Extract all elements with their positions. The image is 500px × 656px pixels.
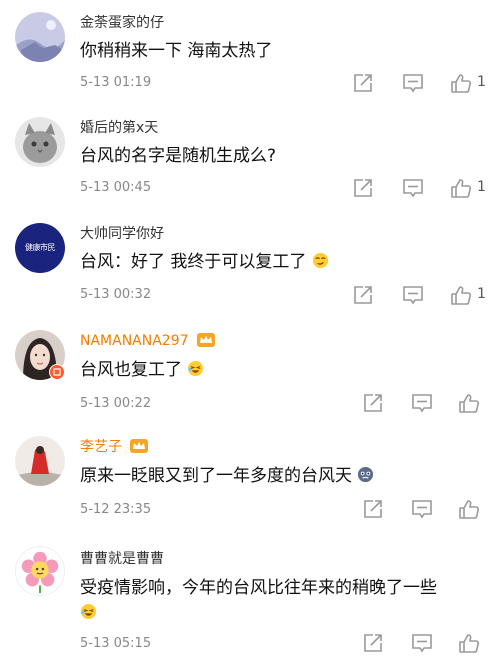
- comment-icon[interactable]: [402, 72, 424, 94]
- vip-crown-icon: [130, 439, 149, 453]
- laughing-emoji-icon: [188, 360, 204, 377]
- username[interactable]: 婚后的第x天: [80, 119, 158, 137]
- like-icon[interactable]: [450, 72, 472, 94]
- comment-icon[interactable]: [411, 392, 433, 414]
- comment-text: 受疫情影响，今年的台风比往年来的稍晚了一些: [80, 578, 437, 598]
- laughing-emoji-icon: [80, 603, 97, 620]
- avatar[interactable]: [15, 12, 65, 62]
- avatar[interactable]: 健康市民: [15, 223, 65, 273]
- comment-text: 台风：好了 我终于可以复工了: [80, 250, 329, 274]
- comment-icon[interactable]: [402, 177, 424, 199]
- like-icon[interactable]: [450, 284, 472, 306]
- comment-text: 台风的名字是随机生成么?: [80, 146, 277, 166]
- share-icon[interactable]: [362, 632, 384, 654]
- verified-badge-icon: [49, 364, 65, 380]
- vip-crown-icon: [196, 333, 215, 347]
- comment-actions: [0, 632, 500, 654]
- share-icon[interactable]: [362, 392, 384, 414]
- like-icon[interactable]: [458, 392, 480, 414]
- comment-icon[interactable]: [411, 632, 433, 654]
- like-icon[interactable]: [450, 177, 472, 199]
- share-icon[interactable]: [352, 177, 374, 199]
- comment-icon[interactable]: [411, 498, 433, 520]
- comment-text-content: 原来一眨眼又到了一年多度的台风天: [80, 466, 352, 486]
- comment-text-content: 台风：好了 我终于可以复工了: [80, 252, 307, 272]
- username-label: 李艺子: [80, 439, 122, 455]
- comment-actions: 1: [0, 72, 500, 94]
- username-label: NAMANANA297: [80, 333, 189, 349]
- username[interactable]: NAMANANA297: [80, 332, 215, 350]
- like-count: 1: [477, 286, 486, 302]
- username[interactable]: 李艺子: [80, 438, 149, 456]
- comment-text: 你稍稍来一下 海南太热了: [80, 41, 273, 61]
- share-icon[interactable]: [352, 72, 374, 94]
- comment-actions: 1: [0, 284, 500, 306]
- comment-text: 原来一眨眼又到了一年多度的台风天: [80, 464, 374, 488]
- username[interactable]: 大帅同学你好: [80, 225, 164, 243]
- comment-icon[interactable]: [402, 284, 424, 306]
- avatar[interactable]: [15, 117, 65, 167]
- avatar-badge-text: 健康市民: [25, 243, 56, 252]
- share-icon[interactable]: [362, 498, 384, 520]
- like-count: 1: [477, 74, 486, 90]
- smirk-emoji-icon: [312, 252, 328, 269]
- comment-actions: [0, 392, 500, 414]
- avatar[interactable]: [15, 546, 65, 596]
- username[interactable]: 金荼蛋家的仔: [80, 14, 164, 32]
- share-icon[interactable]: [352, 284, 374, 306]
- crying-emoji-icon: [358, 466, 374, 483]
- comment-text: 台风也复工了: [80, 358, 204, 382]
- comment-text-content: 台风也复工了: [80, 360, 182, 380]
- like-count: 1: [477, 179, 486, 195]
- comment-actions: [0, 498, 500, 520]
- comment-actions: 1: [0, 177, 500, 199]
- like-icon[interactable]: [458, 498, 480, 520]
- like-icon[interactable]: [458, 632, 480, 654]
- avatar[interactable]: [15, 436, 65, 486]
- username[interactable]: 曹曹就是曹曹: [80, 550, 164, 568]
